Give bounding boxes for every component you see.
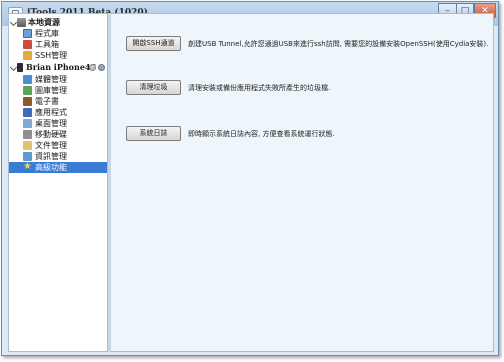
sidebar-item-ssh-manager[interactable]: SSH管理: [9, 50, 107, 61]
mobile-disk-icon: [23, 130, 32, 139]
sidebar-tree: 本地資源 程式庫 工具箱 SSH管理 Brian iPhone4S 媒體管理 圖…: [8, 13, 108, 352]
collapse-arrow-icon[interactable]: [9, 63, 18, 72]
sidebar-item-photos[interactable]: 圖庫管理: [9, 85, 107, 96]
sidebar-item-apps[interactable]: 應用程式: [9, 107, 107, 118]
tree-group-device[interactable]: Brian iPhone4S: [9, 62, 107, 73]
sidebar-item-files[interactable]: 文件管理: [9, 140, 107, 151]
sidebar-item-ebook[interactable]: 電子書: [9, 96, 107, 107]
device-settings-icon[interactable]: [98, 64, 105, 71]
file-icon: [23, 141, 32, 150]
sidebar-item-toolbox[interactable]: 工具箱: [9, 39, 107, 50]
sidebar-item-label: 應用程式: [35, 108, 67, 117]
clean-junk-button[interactable]: 清理垃圾: [126, 80, 181, 95]
sidebar-item-desktop[interactable]: 桌面管理: [9, 118, 107, 129]
computer-icon: [17, 18, 26, 27]
open-ssh-tunnel-button[interactable]: 開啟SSH通道: [126, 36, 181, 51]
media-icon: [23, 75, 32, 84]
apps-icon: [23, 108, 32, 117]
sidebar-item-app-library[interactable]: 程式庫: [9, 28, 107, 39]
sidebar-item-mobile-disk[interactable]: 移動硬碟: [9, 129, 107, 140]
clean-junk-description: 清理安裝或備份應用程式失敗所產生的垃圾檔.: [188, 84, 331, 92]
sidebar-item-advanced[interactable]: ★ 高級功能: [9, 162, 107, 173]
toolbox-icon: [23, 40, 32, 49]
sidebar-item-label: 程式庫: [35, 29, 59, 38]
sidebar-item-label: 文件管理: [35, 141, 67, 150]
tree-group-local[interactable]: 本地資源: [9, 17, 107, 28]
sidebar-item-media[interactable]: 媒體管理: [9, 74, 107, 85]
photos-icon: [23, 86, 32, 95]
sidebar-item-label: 桌面管理: [35, 119, 67, 128]
sidebar-item-label: 圖庫管理: [35, 86, 67, 95]
app-window: iTools 2011 Beta (1020) – □ ✕ 本地資源 程式庫 工…: [1, 1, 499, 356]
app-library-icon: [23, 29, 32, 38]
tree-group-label: 本地資源: [28, 18, 60, 27]
ssh-manager-icon: [23, 51, 32, 60]
sidebar-item-label: 高級功能: [35, 163, 67, 172]
iphone-icon: [17, 63, 23, 72]
info-icon: [23, 152, 32, 161]
ssh-tunnel-description: 創建USB Tunnel,允許您通過USB來進行ssh訪問, 需要您的設備安裝O…: [188, 40, 489, 48]
advanced-panel: 開啟SSH通道 創建USB Tunnel,允許您通過USB來進行ssh訪問, 需…: [111, 13, 494, 352]
device-status-icon: [89, 64, 96, 71]
sidebar-item-label: SSH管理: [35, 51, 68, 60]
system-log-button[interactable]: 系統日誌: [126, 126, 181, 141]
desktop-icon: [23, 119, 32, 128]
star-icon: ★: [23, 161, 32, 172]
sidebar-item-label: 工具箱: [35, 40, 59, 49]
system-log-description: 即時顯示系統日誌內容, 方便查看系統運行狀態.: [188, 130, 335, 138]
ebook-icon: [23, 97, 32, 106]
tree-group-label: Brian iPhone4S: [26, 62, 97, 72]
sidebar-item-label: 媒體管理: [35, 75, 67, 84]
collapse-arrow-icon[interactable]: [9, 18, 18, 27]
sidebar-item-label: 移動硬碟: [35, 130, 67, 139]
sidebar-item-label: 電子書: [35, 97, 59, 106]
sidebar-item-label: 資訊管理: [35, 152, 67, 161]
